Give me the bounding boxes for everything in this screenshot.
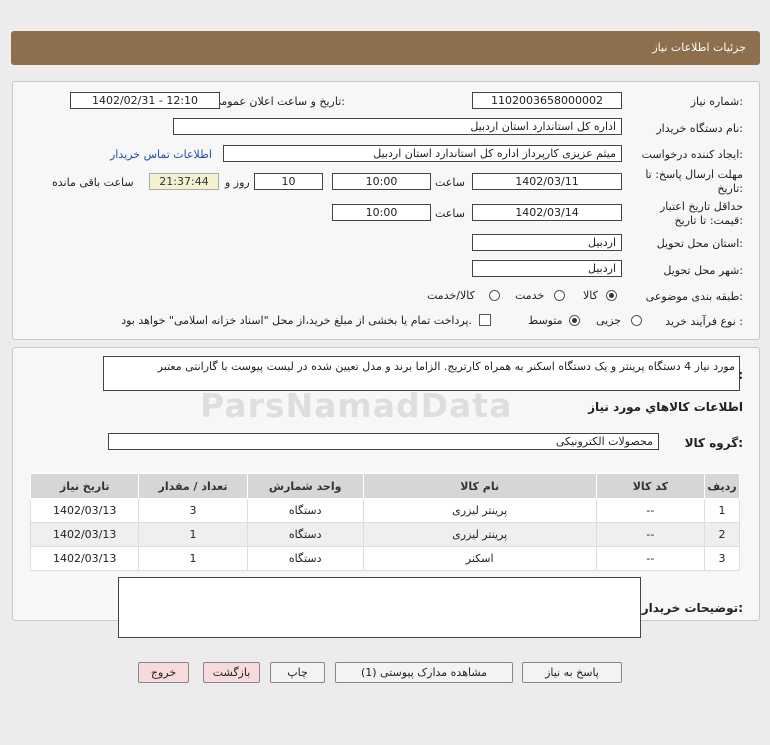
days-label: روز و — [225, 176, 250, 189]
city-label: شهر محل تحویل: — [663, 264, 743, 277]
cell-unit: دستگاه — [246, 546, 364, 571]
watermark: ParsNamadData — [200, 386, 513, 425]
province-field[interactable]: اردبیل — [472, 234, 622, 251]
cell-name: پرینتر لیزری — [362, 498, 597, 523]
deadline-label-1: مهلت ارسال پاسخ: تا — [645, 168, 743, 181]
process-medium-label: متوسط — [528, 314, 563, 327]
buyer-org-field[interactable]: اداره کل استاندارد استان اردبیل — [173, 118, 622, 135]
goods-group-label: گروه کالا: — [684, 436, 743, 450]
validity-time-field[interactable]: 10:00 — [332, 204, 431, 221]
category-label: طبقه بندی موضوعی: — [645, 290, 743, 303]
reply-button[interactable]: پاسخ به نیاز — [522, 662, 622, 683]
cell-name: پرینتر لیزری — [362, 522, 597, 547]
table-row[interactable]: 1402/03/13 1 دستگاه پرینتر لیزری -- 2 — [29, 522, 740, 547]
process-medium-radio[interactable] — [569, 315, 580, 326]
cell-index: 3 — [704, 546, 740, 571]
category-both-label: کالا/خدمت — [427, 289, 475, 302]
category-both-radio[interactable] — [489, 290, 500, 301]
col-need-date: تاریخ نیاز — [29, 473, 140, 499]
cell-quantity: 3 — [138, 498, 248, 523]
creator-field[interactable]: میثم عزیزی کارپرداز اداره کل استاندارد ا… — [223, 145, 622, 162]
category-service-label: خدمت — [515, 289, 545, 302]
cell-unit: دستگاه — [246, 522, 364, 547]
cell-need-date: 1402/03/13 — [29, 498, 140, 523]
deadline-time-field[interactable]: 10:00 — [332, 173, 431, 190]
cell-code: -- — [595, 498, 706, 523]
goods-section-title: اطلاعات کالاهاي مورد نياز — [588, 400, 743, 414]
province-label: استان محل تحویل: — [656, 237, 743, 250]
validity-label-1: حداقل تاریخ اعتبار — [659, 200, 743, 213]
cell-quantity: 1 — [138, 522, 248, 547]
cell-quantity: 1 — [138, 546, 248, 571]
validity-time-label: ساعت — [435, 207, 465, 220]
buyer-notes-label: توضیحات خریدار: — [641, 601, 743, 615]
table-row[interactable]: 1402/03/13 3 دستگاه پرینتر لیزری -- 1 — [29, 498, 740, 523]
view-attachments-button[interactable]: مشاهده مدارک پیوستی (1) — [335, 662, 513, 683]
goods-table: تاریخ نیاز تعداد / مقدار واحد شمارش نام … — [29, 473, 740, 571]
page-header: جزئیات اطلاعات نیاز — [11, 31, 760, 65]
buyer-notes-field[interactable] — [118, 577, 641, 638]
process-minor-label: جزیی — [596, 314, 622, 327]
col-code: کد کالا — [595, 473, 706, 499]
cell-need-date: 1402/03/13 — [29, 522, 140, 547]
category-goods-label: کالا — [583, 289, 598, 302]
goods-group-field[interactable]: محصولات الکترونیکی — [108, 433, 659, 450]
cell-code: -- — [595, 522, 706, 547]
days-field[interactable]: 10 — [254, 173, 323, 190]
cell-name: اسکنر — [362, 546, 597, 571]
process-label: نوع فرآیند خرید : — [665, 315, 743, 328]
category-goods-radio[interactable] — [606, 290, 617, 301]
cell-code: -- — [595, 546, 706, 571]
print-button[interactable]: چاپ — [270, 662, 325, 683]
city-field[interactable]: اردبیل — [472, 260, 622, 277]
announce-label: تاریخ و ساعت اعلان عمومی: — [212, 95, 345, 108]
cell-unit: دستگاه — [246, 498, 364, 523]
exit-button[interactable]: خروج — [138, 662, 189, 683]
contact-buyer-link[interactable]: اطلاعات تماس خریدار — [110, 148, 212, 161]
col-name: نام کالا — [362, 473, 597, 499]
col-index: ردیف — [704, 473, 740, 499]
goods-table-header: تاریخ نیاز تعداد / مقدار واحد شمارش نام … — [29, 473, 740, 499]
payment-note: پرداخت تمام یا بخشی از مبلغ خرید،از محل … — [121, 314, 472, 327]
deadline-label-2: تاریخ: — [717, 182, 743, 195]
page-title: جزئیات اطلاعات نیاز — [652, 41, 746, 54]
process-minor-radio[interactable] — [631, 315, 642, 326]
creator-label: ایجاد کننده درخواست: — [641, 148, 743, 161]
buyer-org-label: نام دستگاه خریدار: — [656, 122, 743, 135]
need-number-label: شماره نیاز: — [690, 95, 743, 108]
col-unit: واحد شمارش — [246, 473, 364, 499]
validity-date-field[interactable]: 1402/03/14 — [472, 204, 622, 221]
table-row[interactable]: 1402/03/13 1 دستگاه اسکنر -- 3 — [29, 546, 740, 571]
deadline-date-field[interactable]: 1402/03/11 — [472, 173, 622, 190]
remaining-label: ساعت باقی مانده — [52, 176, 134, 189]
validity-label-2: قیمت: تا تاریخ: — [674, 214, 743, 227]
remaining-time-field: 21:37:44 — [149, 173, 219, 190]
back-button[interactable]: بازگشت — [203, 662, 260, 683]
treasury-payment-checkbox[interactable] — [479, 314, 491, 326]
cell-index: 1 — [704, 498, 740, 523]
cell-need-date: 1402/03/13 — [29, 546, 140, 571]
cell-index: 2 — [704, 522, 740, 547]
category-service-radio[interactable] — [554, 290, 565, 301]
description-field[interactable]: مورد نیاز 4 دستگاه پرینتر و یک دستگاه اس… — [103, 356, 740, 391]
need-number-field[interactable]: 1102003658000002 — [472, 92, 622, 109]
col-quantity: تعداد / مقدار — [138, 473, 248, 499]
deadline-time-label: ساعت — [435, 176, 465, 189]
announce-field[interactable]: 1402/02/31 - 12:10 — [70, 92, 220, 109]
